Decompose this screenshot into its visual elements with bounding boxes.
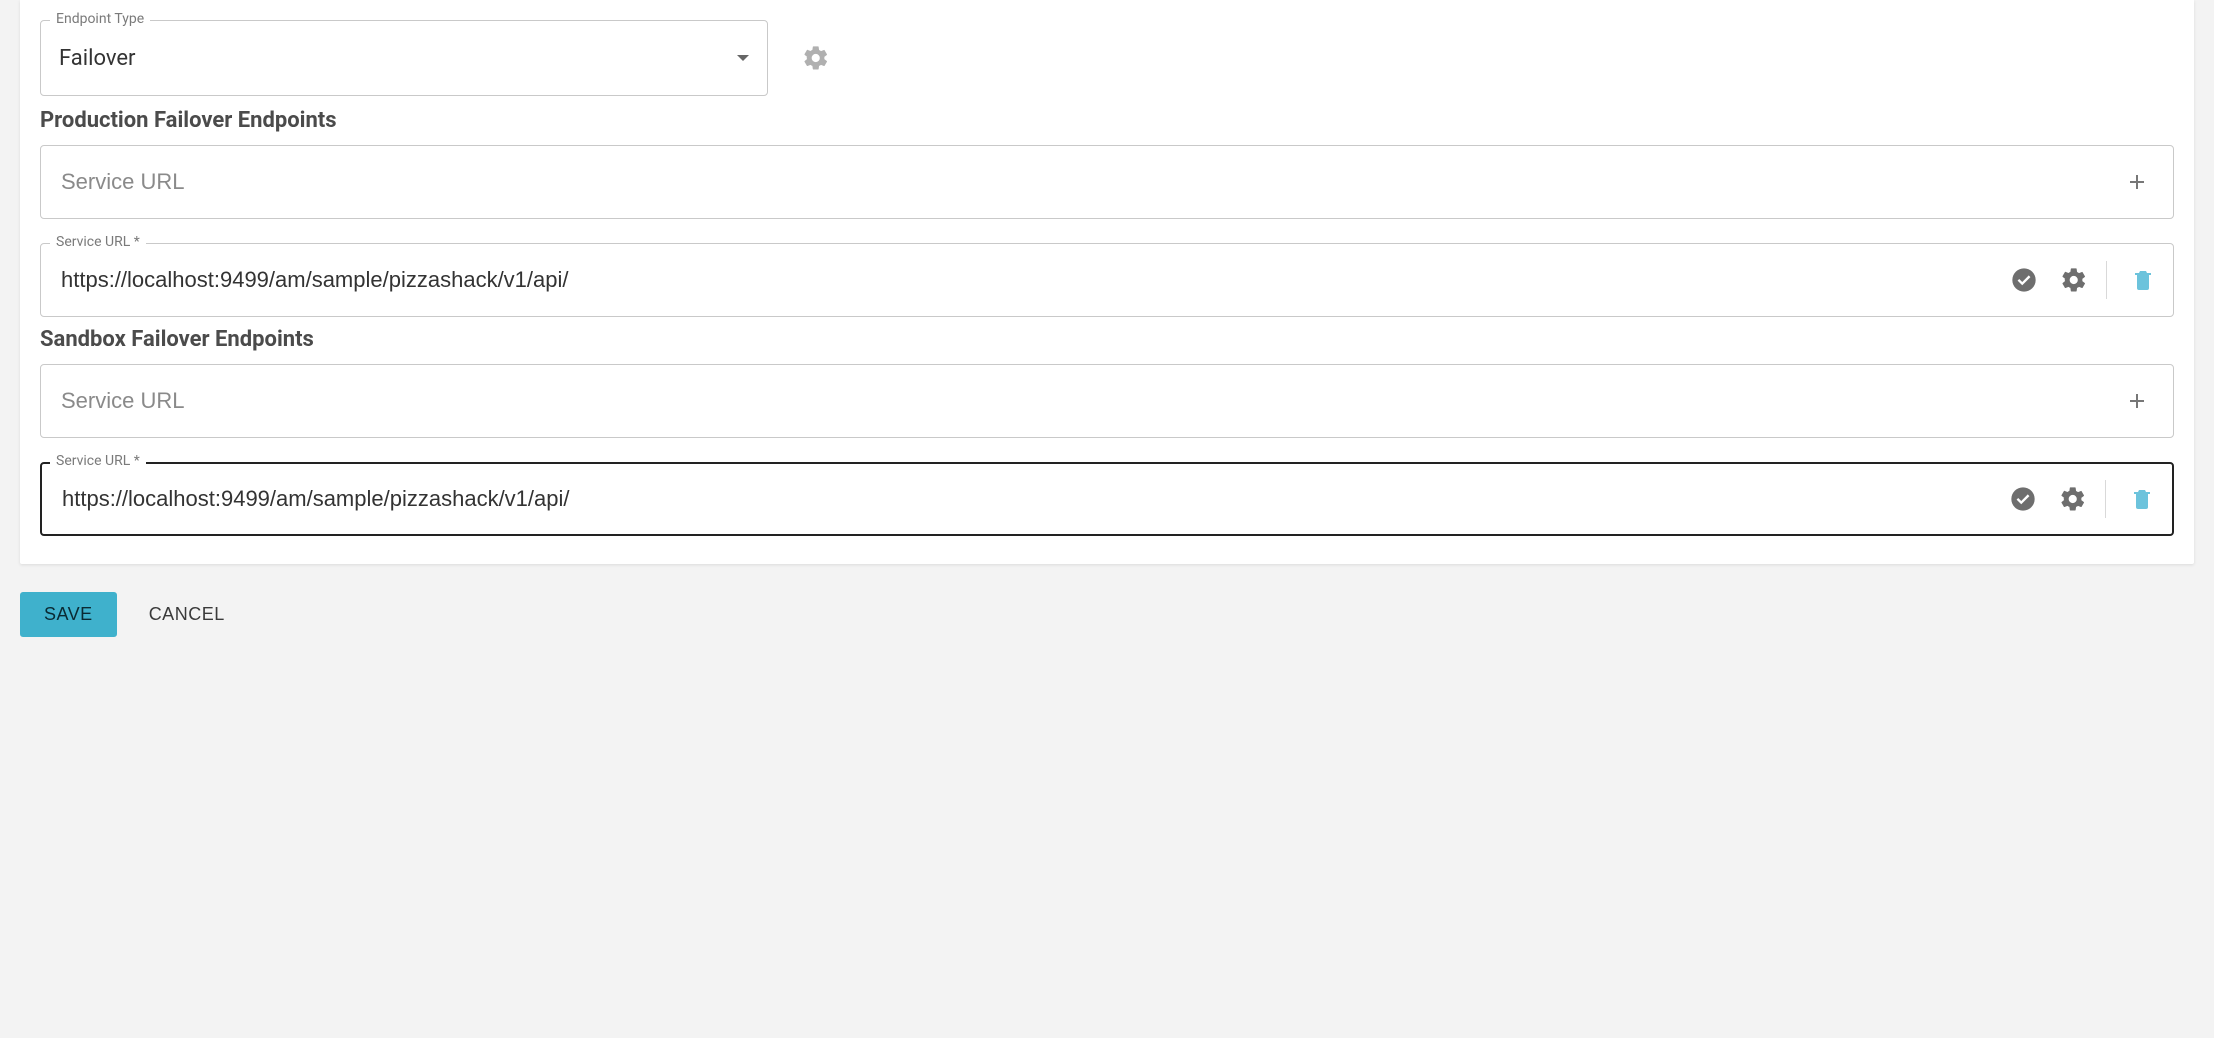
- sandbox-endpoint-label: Service URL *: [50, 453, 146, 469]
- endpoint-type-label: Endpoint Type: [50, 11, 150, 27]
- sandbox-endpoint-field: Service URL *: [40, 462, 2174, 536]
- endpoint-type-row: Endpoint Type Failover: [40, 20, 2174, 96]
- sandbox-add-url-input[interactable]: [59, 387, 2119, 415]
- endpoint-type-select[interactable]: Endpoint Type Failover: [40, 20, 768, 96]
- divider: [2105, 480, 2106, 518]
- chevron-down-icon: [737, 55, 749, 61]
- production-validate-button[interactable]: [2006, 262, 2042, 298]
- endpoint-type-control[interactable]: Failover: [40, 20, 768, 96]
- production-heading: Production Failover Endpoints: [40, 108, 2174, 133]
- production-endpoint-box: [40, 243, 2174, 317]
- production-add-url-input[interactable]: [59, 168, 2119, 196]
- gear-icon: [802, 44, 830, 72]
- sandbox-add-button[interactable]: [2119, 383, 2155, 419]
- trash-icon: [2131, 266, 2155, 294]
- production-endpoint-label: Service URL *: [50, 234, 146, 250]
- plus-icon: [2125, 170, 2149, 194]
- production-endpoint-actions: [2006, 261, 2161, 299]
- trash-icon: [2130, 485, 2154, 513]
- production-add-url-box[interactable]: [40, 145, 2174, 219]
- divider: [2106, 261, 2107, 299]
- endpoint-type-value: Failover: [59, 46, 135, 71]
- sandbox-endpoint-box: [40, 462, 2174, 536]
- sandbox-add-url-box[interactable]: [40, 364, 2174, 438]
- production-endpoint-input[interactable]: [59, 266, 2006, 294]
- check-circle-icon: [2010, 266, 2038, 294]
- endpoint-type-settings-button[interactable]: [796, 38, 836, 78]
- sandbox-heading: Sandbox Failover Endpoints: [40, 327, 2174, 352]
- action-buttons: SAVE CANCEL: [0, 564, 2214, 657]
- gear-icon: [2059, 485, 2087, 513]
- sandbox-validate-button[interactable]: [2005, 481, 2041, 517]
- sandbox-delete-button[interactable]: [2124, 481, 2160, 517]
- endpoints-card: Endpoint Type Failover Production Failov…: [20, 0, 2194, 564]
- production-endpoint-field: Service URL *: [40, 243, 2174, 317]
- production-delete-button[interactable]: [2125, 262, 2161, 298]
- sandbox-endpoint-actions: [2005, 480, 2160, 518]
- plus-icon: [2125, 389, 2149, 413]
- production-add-button[interactable]: [2119, 164, 2155, 200]
- save-button[interactable]: SAVE: [20, 592, 117, 637]
- sandbox-endpoint-input[interactable]: [60, 485, 2005, 513]
- check-circle-icon: [2009, 485, 2037, 513]
- sandbox-settings-button[interactable]: [2059, 485, 2087, 513]
- gear-icon: [2060, 266, 2088, 294]
- production-settings-button[interactable]: [2060, 266, 2088, 294]
- cancel-button[interactable]: CANCEL: [143, 603, 231, 626]
